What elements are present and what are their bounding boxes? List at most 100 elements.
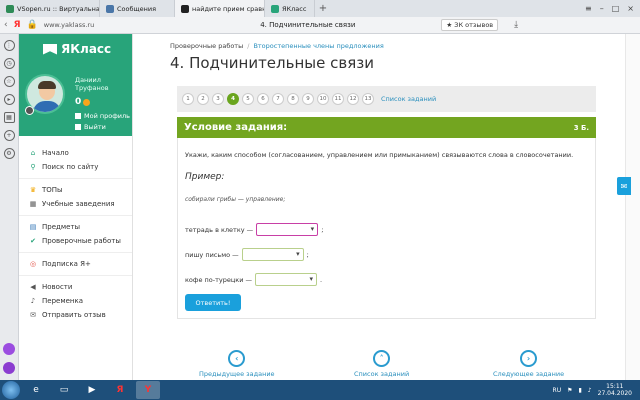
menu-item-feedback[interactable]: ✉ Отправить отзыв (19, 308, 132, 322)
task-list-nav[interactable]: ˄ Список заданий (354, 350, 409, 378)
media-player-icon[interactable]: ▶ (80, 381, 104, 399)
page-button-active[interactable]: 4 (227, 93, 239, 105)
page-button[interactable]: 2 (197, 93, 209, 105)
menu-item-subjects[interactable]: ▤ Предметы (19, 220, 132, 234)
yandex-app-icon[interactable]: Я (108, 381, 132, 399)
menu-item-news[interactable]: ◀ Новости (19, 280, 132, 294)
prev-task-nav[interactable]: ‹ Предыдущее задание (199, 350, 275, 378)
scrollbar[interactable] (625, 34, 640, 380)
apps-icon[interactable]: ▦ (3, 112, 15, 123)
grid-icon[interactable]: ⋮ (3, 40, 15, 51)
menu-item-tops[interactable]: ♛ ТОПы (19, 183, 132, 197)
logo-icon (43, 43, 57, 55)
menu-item-search[interactable]: ⚲ Поиск по сайту (19, 160, 132, 174)
points-value: 0 (75, 97, 82, 107)
play-icon[interactable]: ▸ (3, 94, 15, 105)
arrow-left-icon[interactable]: ‹ (228, 350, 246, 367)
answer-phrase: тетрадь в клетку — (185, 225, 254, 234)
page-button[interactable]: 12 (347, 93, 359, 105)
history-icon[interactable]: ◷ (3, 58, 15, 69)
minimize-icon[interactable]: – (600, 4, 604, 13)
profile-link[interactable]: Мой профиль (75, 112, 130, 120)
add-icon[interactable]: + (3, 130, 15, 141)
page-button[interactable]: 8 (287, 93, 299, 105)
menu-group: ◎ Подписка Я+ (19, 253, 132, 276)
back-icon[interactable]: ‹ (4, 20, 8, 30)
volume-icon[interactable]: ♪ (588, 387, 592, 394)
home-icon: ⌂ (30, 149, 36, 157)
answer-row: тетрадь в клетку — ; (185, 223, 323, 236)
window-controls: ≡ – □ × (585, 0, 640, 17)
all-tasks-link[interactable]: Список заданий (381, 95, 436, 103)
site-sidebar: ЯКласс Даниил Труфанов 0 Мой профиль Вый… (19, 34, 133, 380)
page-button[interactable]: 6 (257, 93, 269, 105)
next-task-label[interactable]: Следующее задание (493, 370, 564, 378)
profile-link-label: Мой профиль (84, 112, 130, 120)
breadcrumb-current[interactable]: Второстепенные члены предложения (253, 42, 383, 50)
folder-icon[interactable]: ▭ (52, 381, 76, 399)
browser-tab[interactable]: VSopen.ru :: Виртуальная (0, 0, 100, 17)
yandex-logo-icon[interactable]: Я (14, 20, 21, 30)
url-field[interactable]: www.yaklass.ru (44, 21, 94, 29)
site-logo[interactable]: ЯКласс (43, 42, 111, 56)
answer-select[interactable] (256, 223, 319, 236)
maximize-icon[interactable]: □ (612, 4, 620, 13)
reviews-button[interactable]: ★ ЗК отзывов (441, 19, 499, 31)
logout-link[interactable]: Выйти (75, 123, 106, 131)
avatar-settings-icon[interactable] (25, 106, 34, 115)
answer-button[interactable]: Ответить! (185, 294, 241, 311)
network-icon[interactable]: ▮ (578, 387, 581, 394)
menu-item-break[interactable]: ♪ Переменка (19, 294, 132, 308)
bookmarks-icon[interactable]: ☆ (3, 76, 15, 87)
arrow-right-icon[interactable]: › (520, 350, 538, 367)
close-window-icon[interactable]: × (627, 4, 634, 13)
answer-phrase: кофе по-турецки — (185, 275, 252, 284)
ie-icon[interactable]: e (24, 381, 48, 399)
example-text: собирали грибы — управление; (185, 196, 286, 203)
page-button[interactable]: 10 (317, 93, 329, 105)
task-list-label[interactable]: Список заданий (354, 370, 409, 378)
settings-icon[interactable]: ⚙ (3, 148, 15, 159)
arrow-up-icon[interactable]: ˄ (373, 350, 391, 367)
page-button[interactable]: 9 (302, 93, 314, 105)
browser-tab[interactable]: найдите прием сравнения (175, 0, 265, 17)
page-button[interactable]: 13 (362, 93, 374, 105)
browser-tab[interactable]: ЯКласс × (265, 0, 315, 17)
voice-assistant-icon[interactable] (3, 362, 15, 374)
address-bar: ‹ Я 🔒 www.yaklass.ru 4. Подчинительные с… (0, 17, 640, 34)
menu-item-schools[interactable]: ▦ Учебные заведения (19, 197, 132, 211)
alice-icon[interactable] (3, 343, 15, 355)
language-indicator[interactable]: RU (553, 387, 562, 394)
page-title-bar: 4. Подчинительные связи (260, 21, 356, 29)
prev-task-label[interactable]: Предыдущее задание (199, 370, 275, 378)
answer-punct: . (320, 275, 323, 284)
yandex-browser-icon[interactable]: Y (136, 381, 160, 399)
menu-group: ♛ ТОПы ▦ Учебные заведения (19, 179, 132, 216)
feedback-mail-icon[interactable]: ✉ (617, 177, 631, 195)
browser-tab[interactable]: Сообщения (100, 0, 175, 17)
menu-item-subscription[interactable]: ◎ Подписка Я+ (19, 257, 132, 271)
tab-label: Сообщения (117, 4, 157, 13)
menu-item-label: ТОПы (42, 186, 63, 194)
page-button[interactable]: 5 (242, 93, 254, 105)
answer-select[interactable] (255, 273, 317, 286)
next-task-nav[interactable]: › Следующее задание (493, 350, 564, 378)
user-name: Даниил Труфанов (75, 76, 109, 92)
user-first-name: Даниил (75, 76, 101, 84)
page-button[interactable]: 1 (182, 93, 194, 105)
menu-item-home[interactable]: ⌂ Начало (19, 146, 132, 160)
new-tab-button[interactable]: + (315, 0, 331, 17)
answer-select[interactable] (241, 248, 304, 261)
menu-icon[interactable]: ≡ (585, 4, 592, 13)
user-points: 0 (75, 97, 91, 107)
start-button[interactable] (2, 381, 20, 399)
page-button[interactable]: 7 (272, 93, 284, 105)
page-button[interactable]: 3 (212, 93, 224, 105)
download-icon[interactable]: ⤓ (514, 20, 518, 30)
menu-item-tests[interactable]: ✔ Проверочные работы (19, 234, 132, 248)
page-button[interactable]: 11 (332, 93, 344, 105)
breadcrumb-root[interactable]: Проверочные работы (170, 42, 243, 50)
menu-item-label: Подписка Я+ (42, 260, 91, 268)
clock[interactable]: 15:11 27.04.2020 (598, 383, 632, 397)
tray-flag-icon[interactable]: ⚑ (567, 387, 572, 394)
